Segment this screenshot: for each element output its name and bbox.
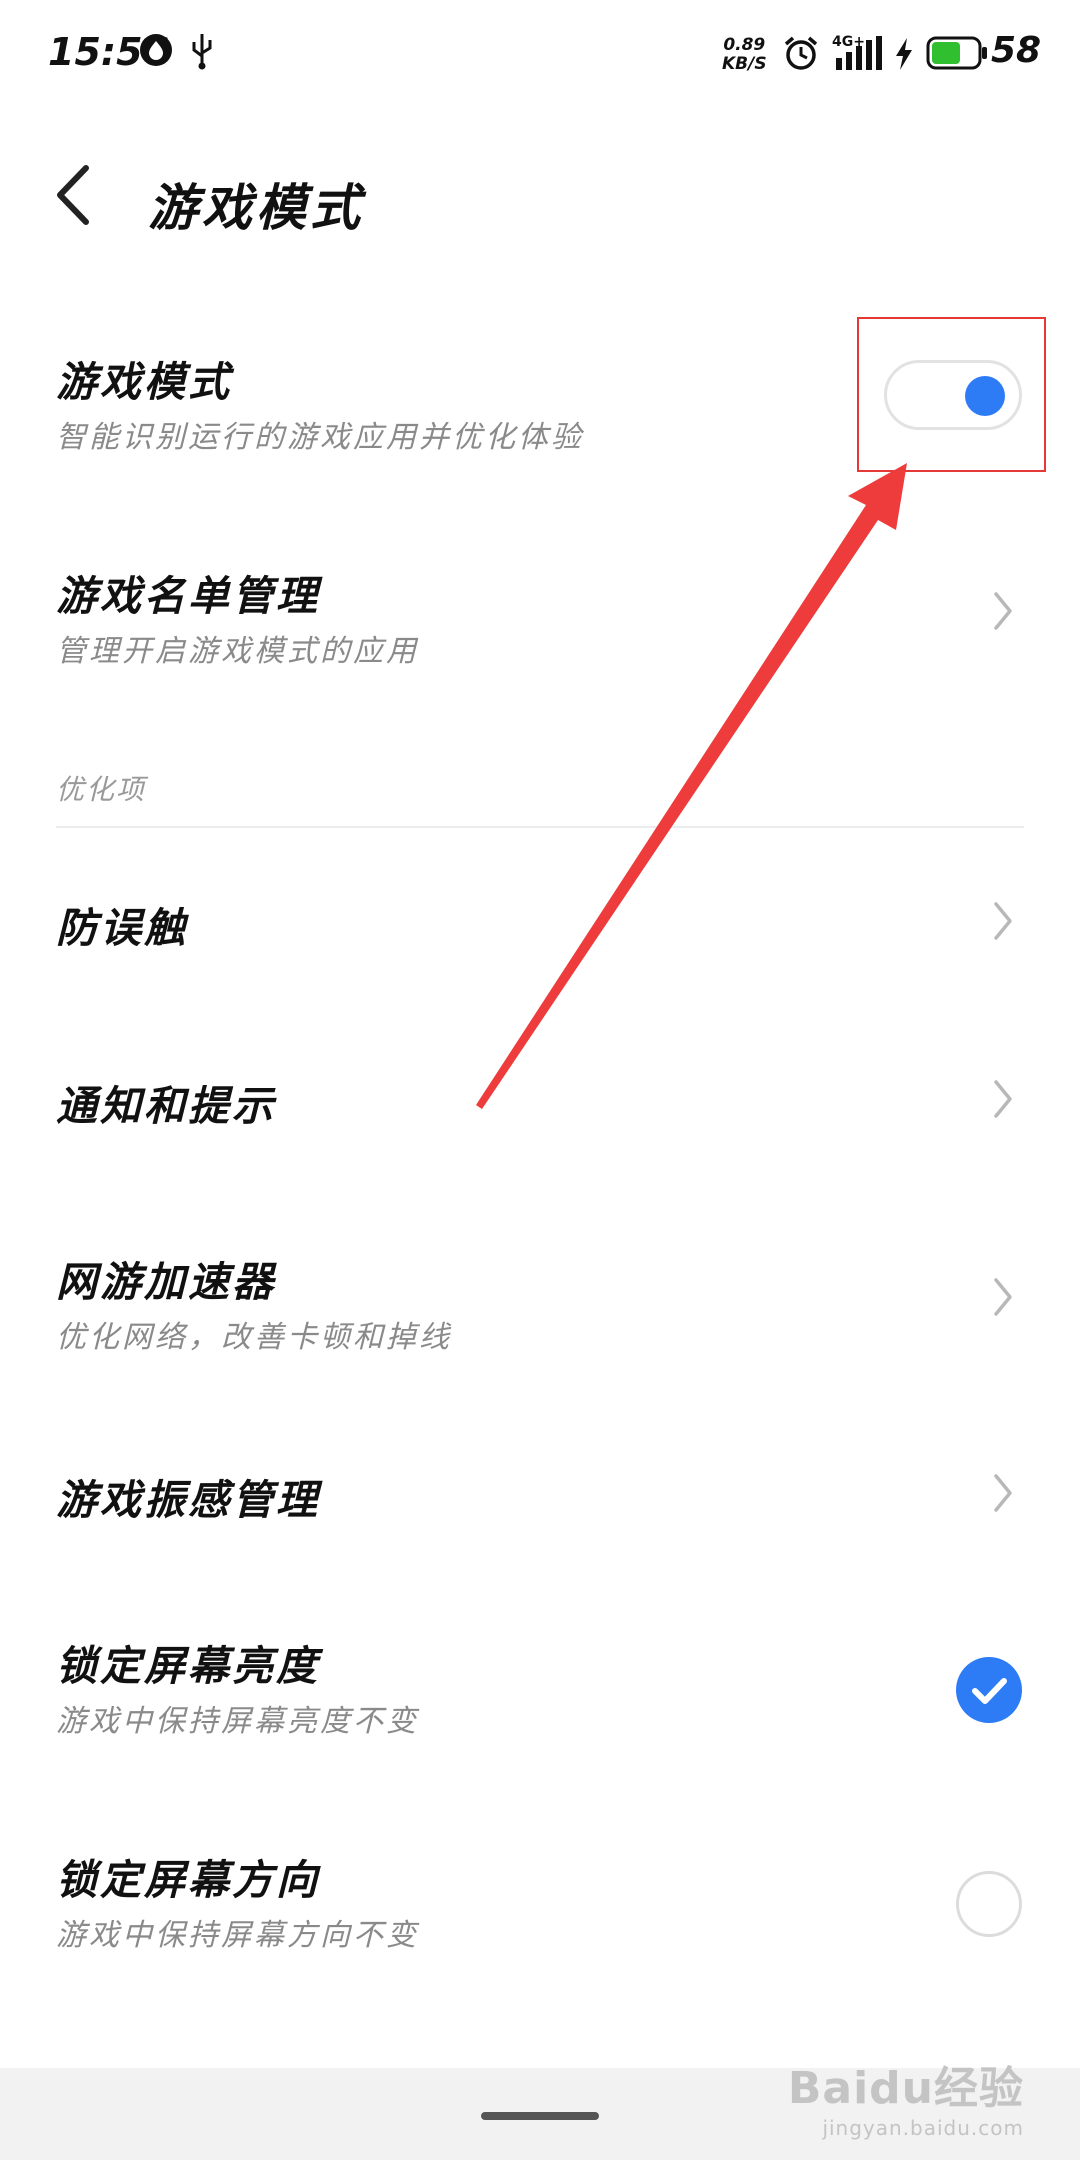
setting-title: 游戏名单管理 [56,572,320,620]
net-speed-unit: KB/S [722,54,767,74]
usb-icon [192,34,212,70]
status-bar: 15:56 0.89 KB/S 4G+ 58 [0,0,1080,110]
setting-accelerator[interactable]: 网游加速器 优化网络，改善卡顿和掉线 [0,1240,1080,1370]
checkmark-icon [972,1678,1007,1704]
setting-subtitle: 游戏中保持屏幕方向不变 [56,1918,419,1953]
setting-anti-touch[interactable]: 防误触 [0,880,1080,960]
page-title: 游戏模式 [148,178,364,237]
chevron-right-icon [994,1474,1012,1512]
home-gesture-handle[interactable] [481,2112,599,2120]
chevron-right-icon [994,592,1012,630]
setting-title: 游戏模式 [56,358,232,406]
chevron-right-icon [994,1278,1012,1316]
charging-icon [896,38,912,70]
battery-icon [926,36,987,70]
signal-icon [836,36,882,70]
watermark-brand: Baidu经验 [787,2063,1024,2114]
watermark: Baidu经验 jingyan.baidu.com [788,2052,1024,2140]
setting-game-list[interactable]: 游戏名单管理 管理开启游戏模式的应用 [0,554,1080,684]
lock-orientation-checkbox[interactable] [956,1871,1022,1937]
setting-subtitle: 管理开启游戏模式的应用 [56,634,419,669]
section-label: 优化项 [56,773,147,806]
setting-notifications[interactable]: 通知和提示 [0,1058,1080,1138]
setting-title: 游戏振感管理 [56,1476,320,1524]
setting-title: 锁定屏幕亮度 [56,1642,320,1690]
setting-subtitle: 优化网络，改善卡顿和掉线 [56,1320,452,1355]
setting-title: 锁定屏幕方向 [56,1856,320,1904]
app-header: 游戏模式 [0,130,1080,260]
setting-lock-brightness[interactable]: 锁定屏幕亮度 游戏中保持屏幕亮度不变 [0,1624,1080,1754]
notification-badge-icon [140,34,172,66]
chevron-left-icon[interactable] [50,160,100,230]
setting-subtitle: 游戏中保持屏幕亮度不变 [56,1704,419,1739]
chevron-right-icon [994,1080,1012,1118]
setting-title: 通知和提示 [56,1082,276,1130]
watermark-domain: jingyan.baidu.com [822,2116,1024,2140]
setting-vibration[interactable]: 游戏振感管理 [0,1452,1080,1532]
net-speed: 0.89 KB/S [722,36,767,74]
lock-brightness-checkbox[interactable] [956,1657,1022,1723]
setting-title: 网游加速器 [56,1258,276,1306]
alarm-icon [784,36,818,70]
setting-title: 防误触 [56,904,188,952]
chevron-right-icon [994,902,1012,940]
setting-subtitle: 智能识别运行的游戏应用并优化体验 [56,420,584,455]
net-speed-value: 0.89 [723,35,766,55]
battery-level: 58 [991,30,1042,71]
section-divider [56,826,1024,828]
annotation-highlight-box [857,317,1046,472]
setting-lock-orientation[interactable]: 锁定屏幕方向 游戏中保持屏幕方向不变 [0,1838,1080,1968]
